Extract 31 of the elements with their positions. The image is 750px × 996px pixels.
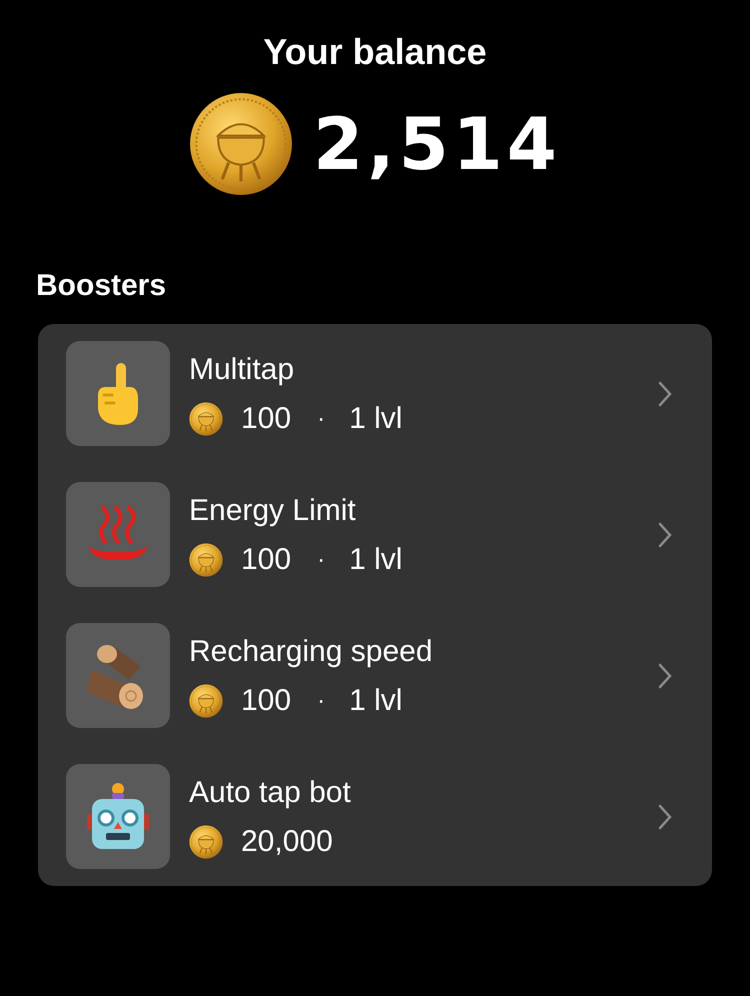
booster-item[interactable]: Multitap 100 · 1 lvl (38, 341, 712, 446)
coin-icon (189, 824, 223, 858)
coin-icon (189, 542, 223, 576)
balance-title: Your balance (263, 30, 487, 74)
booster-name: Energy Limit (189, 492, 356, 528)
booster-item[interactable]: Energy Limit 100 · 1 lvl (38, 482, 712, 587)
chevron-right-icon (658, 380, 672, 406)
separator-dot: · (317, 404, 326, 434)
section-title: Boosters (36, 268, 166, 304)
booster-name: Auto tap bot (189, 774, 351, 810)
booster-item[interactable]: Auto tap bot 20,000 (38, 764, 712, 869)
booster-price: 100 (241, 402, 292, 436)
booster-item[interactable]: Recharging speed 100 · 1 lvl (38, 623, 712, 728)
chevron-right-icon (658, 804, 672, 830)
booster-level: 1 lvl (349, 684, 402, 718)
coin-icon (189, 92, 294, 196)
separator-dot: · (317, 544, 326, 574)
booster-name: Multitap (189, 352, 294, 388)
coin-icon (189, 402, 223, 436)
booster-level: 1 lvl (349, 542, 402, 576)
chevron-right-icon (658, 522, 672, 548)
booster-price: 20,000 (241, 824, 333, 858)
booster-level: 1 lvl (349, 402, 402, 436)
balance-amount: 2,514 (313, 104, 561, 184)
chevron-right-icon (658, 662, 672, 688)
robot-icon (85, 782, 151, 852)
booster-price: 100 (241, 542, 292, 576)
booster-name: Recharging speed (189, 634, 433, 670)
coin-icon (189, 684, 223, 718)
booster-price: 100 (241, 684, 292, 718)
separator-dot: · (317, 686, 326, 716)
